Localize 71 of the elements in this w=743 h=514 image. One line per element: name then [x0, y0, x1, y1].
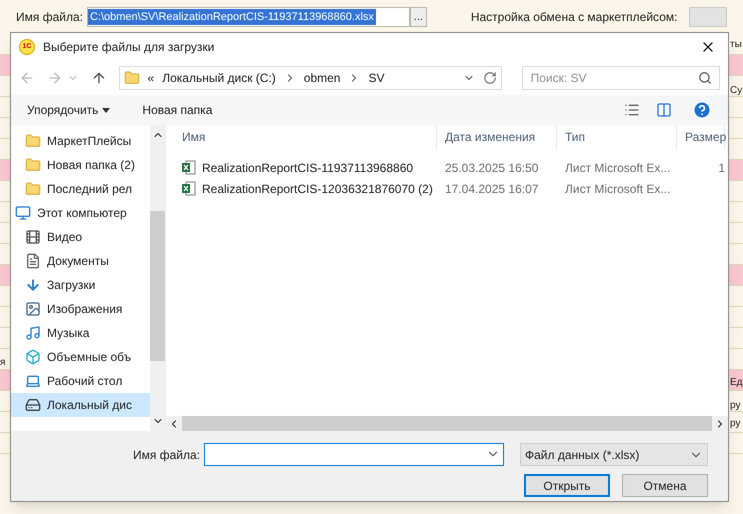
document-icon	[25, 253, 41, 269]
nav-item[interactable]: Документы	[11, 249, 150, 273]
organize-button[interactable]: Упорядочить	[27, 101, 110, 119]
help-icon[interactable]	[692, 100, 712, 120]
caret-icon	[102, 108, 110, 112]
breadcrumb-overflow[interactable]: «	[148, 69, 154, 87]
column-header[interactable]: Тип	[557, 125, 677, 149]
new-folder-button[interactable]: Новая папка	[142, 101, 212, 119]
nav-item[interactable]: Музыка	[11, 321, 150, 345]
open-button[interactable]: Открыть	[524, 474, 610, 497]
text-fragment: Су	[730, 86, 742, 96]
breadcrumb-item[interactable]: Локальный диск (C:)	[162, 69, 276, 87]
nav-item[interactable]: Изображения	[11, 297, 150, 321]
file-date: 17.04.2025 16:07	[444, 180, 540, 198]
file-path-field[interactable]: C:\obmen\SV\RealizationReportCIS-11937113968860.xlsx	[86, 7, 410, 27]
drive-icon	[25, 397, 41, 413]
view-icon[interactable]	[624, 102, 640, 118]
text-fragment: ру	[730, 401, 740, 411]
breadcrumb-item[interactable]: SV	[368, 69, 384, 87]
search-field[interactable]: Поиск: SV	[522, 66, 720, 90]
file-type-select[interactable]: Файл данных (*.xlsx)	[520, 443, 708, 466]
folder-icon	[25, 157, 41, 173]
nav-item[interactable]: Объемные объ	[11, 345, 150, 369]
scrollbar[interactable]	[150, 125, 165, 431]
preview-pane-icon[interactable]	[656, 102, 672, 118]
film-icon	[25, 229, 41, 245]
column-header[interactable]: Дата изменения	[437, 125, 557, 149]
nav-item[interactable]: Загрузки	[11, 273, 150, 297]
nav-item[interactable]: Этот компьютер	[11, 201, 150, 225]
folder-icon	[25, 133, 41, 149]
blurred-field[interactable]	[689, 7, 727, 27]
nav-item[interactable]: Видео	[11, 225, 150, 249]
column-header[interactable]: Размер	[677, 125, 725, 149]
cube-icon	[25, 349, 41, 365]
browse-button[interactable]: ...	[410, 7, 427, 27]
text-fragment: ты	[730, 40, 742, 50]
field-label: Имя файла:	[16, 9, 83, 26]
image-icon	[25, 301, 41, 317]
field-label: Настройка обмена с маркетплейсом:	[470, 9, 678, 26]
monitor-icon	[15, 205, 31, 221]
folder-icon	[124, 70, 140, 86]
text-fragment: я	[0, 358, 6, 368]
down-arrow-icon	[25, 277, 41, 293]
text-fragment: ру	[730, 419, 740, 429]
file-name[interactable]: RealizationReportCIS-11937113968860	[166, 158, 437, 176]
nav-item[interactable]: Локальный дис	[11, 393, 150, 417]
dialog-title: Выберите файлы для загрузки	[43, 39, 214, 56]
filename-field[interactable]	[204, 443, 504, 466]
filename-label: Имя файла:	[133, 446, 200, 464]
search-icon	[698, 71, 712, 85]
refresh-icon[interactable]	[482, 71, 497, 85]
file-size: 1	[717, 160, 725, 176]
text-fragment: Ед	[730, 378, 743, 388]
file-name[interactable]: RealizationReportCIS-12036321876070 (2)	[166, 180, 437, 198]
nav-item[interactable]: МаркетПлейсы	[11, 129, 150, 153]
up-icon[interactable]	[90, 70, 107, 86]
file-type: Лист Microsoft Ex...	[564, 160, 672, 176]
breadcrumb-item[interactable]: obmen	[304, 69, 340, 87]
folder-icon	[25, 181, 41, 197]
nav-item[interactable]: Новая папка (2)	[11, 153, 150, 177]
music-note-icon	[25, 325, 41, 341]
spreadsheet-icon	[182, 160, 196, 175]
horizontal-scrollbar[interactable]	[166, 416, 728, 431]
address-bar[interactable]: « Локальный диск (C:) obmen SV	[118, 66, 502, 90]
nav-item[interactable]: Последний рел	[11, 177, 150, 201]
spreadsheet-icon	[182, 181, 196, 196]
file-date: 25.03.2025 16:50	[444, 160, 540, 176]
cancel-button[interactable]: Отмена	[622, 474, 708, 497]
file-type: Лист Microsoft Ex...	[564, 180, 672, 198]
column-header[interactable]: Имя	[166, 125, 437, 149]
nav-item[interactable]: Рабочий стол	[11, 369, 150, 393]
